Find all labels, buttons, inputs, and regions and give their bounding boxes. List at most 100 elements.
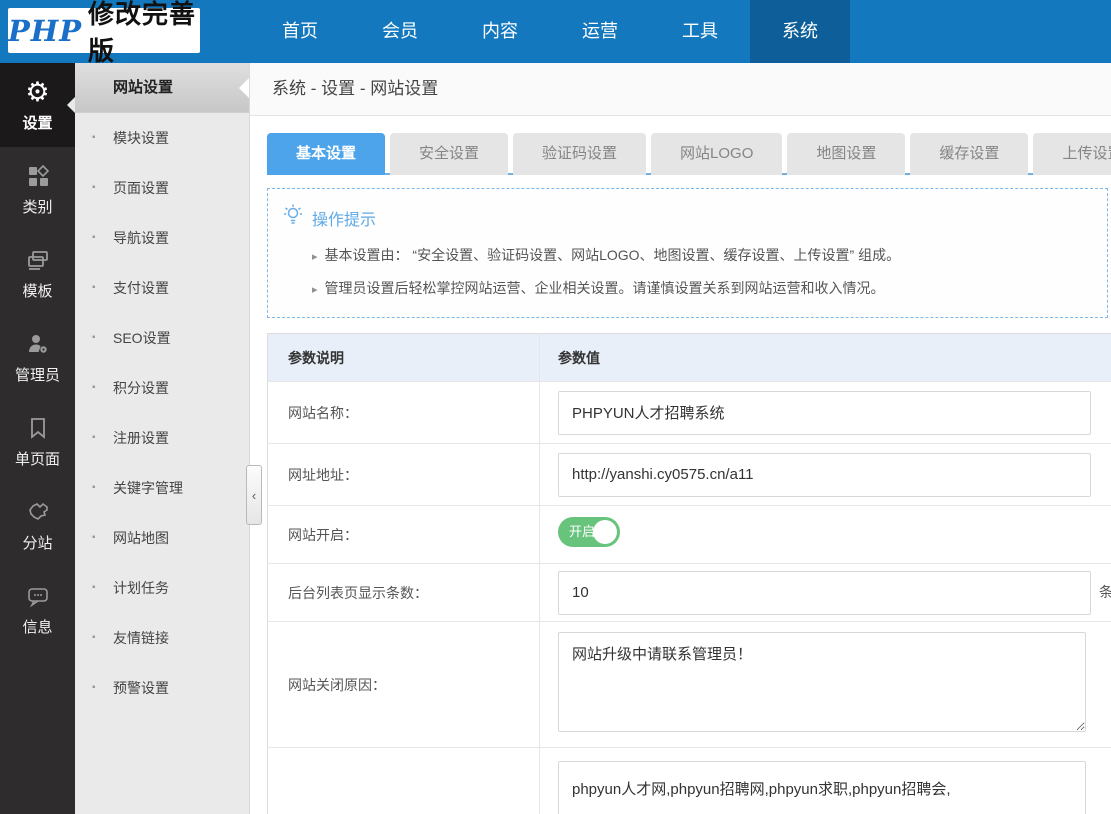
category-grid-icon [24,162,52,190]
icon-sidebar: ⚙ 设置 类别 模板 管理员 单页面 分站 信息 [0,63,75,814]
tab-upload-settings[interactable]: 上传设置 [1033,133,1111,175]
active-notch [67,97,75,113]
nav-item-tools[interactable]: 工具 [650,0,750,63]
logo-suffix-text: 修改完善版 [88,0,197,66]
sidebar-item-templates[interactable]: 模板 [0,231,75,315]
tip-line: ▸ 管理员设置后轻松掌控网站运营、企业相关设置。请谨慎设置关系到网站运营和收入情况… [312,280,885,296]
bullet-icon: ▪ [92,382,96,393]
submenu-item-alert-settings[interactable]: ▪ 预警设置 [75,663,249,713]
bullet-icon: ▪ [92,182,96,193]
gear-icon: ⚙ [25,76,50,107]
main-content: 系统 - 设置 - 网站设置 基本设置 安全设置 验证码设置 网站LOGO 地图… [250,63,1111,814]
field-label: 网站开启： [267,505,540,564]
sidebar-item-label: 模板 [22,282,53,300]
table-row-site-enabled: 网站开启： 开启 [267,505,1111,564]
settings-table: 参数说明 参数值 网站名称： 网址地址： 网站开启： 开启 [267,333,1111,814]
submenu-item-points-settings[interactable]: ▪ 积分设置 [75,363,249,413]
arrow-bullet-icon: ▸ [312,251,318,263]
sidebar-item-settings[interactable]: ⚙ 设置 [0,63,75,147]
close-reason-textarea[interactable]: 网站升级中请联系管理员！ [558,632,1086,732]
site-name-input[interactable] [558,390,1091,435]
submenu-item-payment-settings[interactable]: ▪ 支付设置 [75,263,249,313]
list-count-input[interactable] [558,570,1091,615]
active-notch [239,77,249,98]
tab-map-settings[interactable]: 地图设置 [787,133,906,175]
site-url-input[interactable] [558,452,1091,497]
sidebar-item-label: 类别 [22,198,53,216]
toggle-on-label: 开启 [569,524,596,539]
lightbulb-icon [282,203,304,232]
sidebar-item-categories[interactable]: 类别 [0,147,75,231]
arrow-bullet-icon: ▸ [312,284,318,296]
tab-cache-settings[interactable]: 缓存设置 [910,133,1029,175]
submenu-item-module-settings[interactable]: ▪ 模块设置 [75,113,249,163]
nav-item-home[interactable]: 首页 [250,0,350,63]
bullet-icon: ▪ [92,632,96,643]
sidebar-item-admins[interactable]: 管理员 [0,315,75,399]
table-row-site-name: 网站名称： [267,381,1111,444]
keywords-textarea[interactable]: phpyun人才网,phpyun招聘网,phpyun求职,phpyun招聘会, [558,761,1086,814]
chevron-left-icon: ‹ [251,487,257,503]
sidebar-item-single-pages[interactable]: 单页面 [0,399,75,483]
submenu-item-sitemap[interactable]: ▪ 网站地图 [75,513,249,563]
top-header: PHP 修改完善版 首页 会员 内容 运营 工具 系统 [0,0,1111,66]
submenu-item-keyword-management[interactable]: ▪ 关键字管理 [75,463,249,513]
column-header-value: 参数值 [539,333,1111,382]
top-navigation: 首页 会员 内容 运营 工具 系统 [250,0,850,63]
bullet-icon: ▪ [92,482,96,493]
message-bubble-icon [24,582,52,610]
sidebar-item-label: 管理员 [14,366,60,384]
bullet-icon: ▪ [92,582,96,593]
table-row-list-count: 后台列表页显示条数： 条 [267,563,1111,622]
nav-item-operations[interactable]: 运营 [550,0,650,63]
site-open-toggle[interactable]: 开启 [558,517,620,547]
sidebar-item-subsites[interactable]: 分站 [0,483,75,567]
submenu-item-friend-links[interactable]: ▪ 友情链接 [75,613,249,663]
tab-captcha-settings[interactable]: 验证码设置 [513,133,647,175]
nav-item-system[interactable]: 系统 [750,0,850,63]
bullet-icon: ▪ [92,132,96,143]
field-label: 网站名称： [267,381,540,444]
field-label [267,747,540,814]
column-header-param: 参数说明 [267,333,540,382]
bookmark-page-icon [24,414,52,442]
app-logo[interactable]: PHP 修改完善版 [8,0,200,66]
tips-title: 操作提示 [312,211,377,229]
tab-site-logo[interactable]: 网站LOGO [651,133,783,175]
sidebar-item-label: 设置 [22,114,53,132]
logo-php-text: PHP [8,13,83,48]
operation-tips-box: 操作提示 ▸ 基本设置由： “安全设置、验证码设置、网站LOGO、地图设置、缓存设… [267,188,1108,318]
field-label: 后台列表页显示条数： [267,563,540,622]
sidebar-item-messages[interactable]: 信息 [0,567,75,651]
submenu-item-page-settings[interactable]: ▪ 页面设置 [75,163,249,213]
sidebar-item-label: 单页面 [14,450,60,468]
tab-basic-settings[interactable]: 基本设置 [267,133,386,175]
field-label: 网址地址： [267,443,540,506]
table-row-close-reason: 网站关闭原因： 网站升级中请联系管理员！ [267,621,1111,748]
bullet-icon: ▪ [92,232,96,243]
nav-item-content[interactable]: 内容 [450,0,550,63]
template-icon [24,246,52,274]
sidebar-item-label: 信息 [22,618,53,636]
bullet-icon: ▪ [92,282,96,293]
table-row-keywords: phpyun人才网,phpyun招聘网,phpyun求职,phpyun招聘会, [267,747,1111,814]
tip-line: ▸ 基本设置由： “安全设置、验证码设置、网站LOGO、地图设置、缓存设置、上传设… [312,247,901,263]
submenu-item-nav-settings[interactable]: ▪ 导航设置 [75,213,249,263]
sidebar-collapse-button[interactable]: ‹ [246,465,262,525]
submenu-item-scheduled-tasks[interactable]: ▪ 计划任务 [75,563,249,613]
tab-security-settings[interactable]: 安全设置 [390,133,509,175]
submenu-item-label: 网站设置 [113,79,174,96]
bullet-icon: ▪ [92,432,96,443]
china-map-icon [24,498,52,526]
unit-suffix: 条 [1099,584,1111,600]
settings-tabs: 基本设置 安全设置 验证码设置 网站LOGO 地图设置 缓存设置 上传设置 [267,133,1111,175]
submenu-item-seo-settings[interactable]: ▪ SEO设置 [75,313,249,363]
submenu-item-registration-settings[interactable]: ▪ 注册设置 [75,413,249,463]
field-label: 网站关闭原因： [267,621,540,748]
submenu-item-site-settings[interactable]: 网站设置 [75,63,249,113]
admin-user-icon [24,330,52,358]
nav-item-members[interactable]: 会员 [350,0,450,63]
bullet-icon: ▪ [92,332,96,343]
table-row-site-url: 网址地址： [267,443,1111,506]
settings-submenu: 网站设置 ▪ 模块设置 ▪ 页面设置 ▪ 导航设置 ▪ 支付设置 ▪ SEO设置 ▪ 积分设… [75,63,250,814]
